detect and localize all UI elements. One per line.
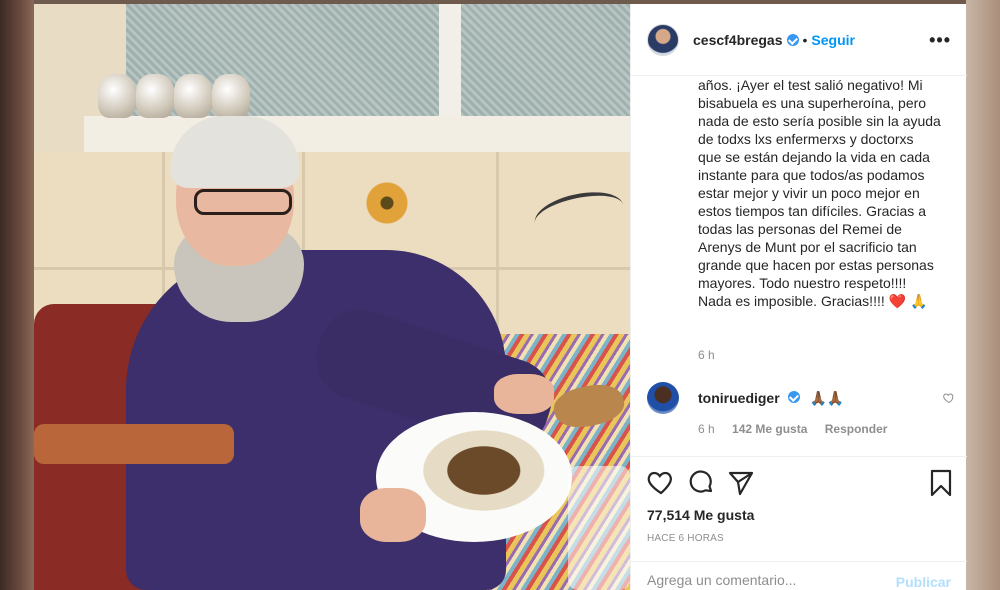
photo-hand-with-fork <box>360 488 426 542</box>
photo-jar <box>212 74 250 118</box>
share-paper-plane-icon[interactable] <box>727 469 755 497</box>
comment-text: 🙏🏾🙏🏾 <box>809 390 845 406</box>
commenter-username[interactable]: toniruediger <box>698 390 780 406</box>
comments-scroll-area[interactable]: Ha superado el coronavirus con 95 años. … <box>631 76 967 454</box>
comment-bubble-icon[interactable] <box>687 469 715 497</box>
photo-window-frame <box>439 4 461 134</box>
photo-flower-tile <box>364 180 410 226</box>
more-options-icon[interactable]: ••• <box>929 30 951 51</box>
photo-hand-with-bread <box>494 374 554 414</box>
photo-jar <box>98 74 136 118</box>
post-photo[interactable] <box>34 4 630 590</box>
like-heart-icon[interactable] <box>647 469 675 497</box>
background-edge-right <box>966 0 1000 590</box>
commenter-avatar[interactable] <box>647 382 679 414</box>
author-avatar[interactable] <box>647 23 679 56</box>
photo-jar <box>174 74 212 118</box>
caption-container: Ha superado el coronavirus con 95 años. … <box>698 76 948 310</box>
like-count[interactable]: 77,514 Me gusta <box>647 507 754 523</box>
post-caption: Ha superado el coronavirus con 95 años. … <box>698 77 941 309</box>
author-username[interactable]: cescf4bregas <box>693 32 783 48</box>
save-bookmark-icon[interactable] <box>927 469 955 497</box>
publish-button[interactable]: Publicar <box>896 574 951 590</box>
post-panel: cescf4bregas • Seguir ••• Ha superado el… <box>630 4 967 590</box>
photo-windowsill <box>84 116 630 152</box>
post-header: cescf4bregas • Seguir ••• <box>631 4 967 76</box>
separator-dot: • <box>802 31 808 48</box>
post-actions: 77,514 Me gusta HACE 6 HORAS Publicar <box>631 456 967 590</box>
add-comment-bar: Publicar <box>631 561 967 590</box>
verified-badge-icon <box>786 33 799 46</box>
photo-jar <box>136 74 174 118</box>
reply-button[interactable]: Responder <box>825 422 888 436</box>
post-time-ago[interactable]: HACE 6 HORAS <box>647 533 724 544</box>
action-icon-row <box>647 469 953 497</box>
comment-like-count[interactable]: 142 Me gusta <box>732 422 807 436</box>
add-comment-input[interactable] <box>647 572 887 588</box>
comment-meta: 6 h 142 Me gusta Responder <box>698 422 901 436</box>
comment-like-heart-icon[interactable] <box>943 392 955 404</box>
verified-badge-icon <box>787 391 800 403</box>
caption-timestamp[interactable]: 6 h <box>698 348 715 362</box>
background-edge-left <box>0 0 34 590</box>
photo-glasses <box>194 189 292 215</box>
photo-chair-armrest <box>34 424 234 464</box>
comment-timestamp[interactable]: 6 h <box>698 422 715 436</box>
photo-water-glass <box>568 466 630 590</box>
follow-button[interactable]: Seguir <box>811 32 855 48</box>
comment-line: toniruediger 🙏🏾🙏🏾 <box>698 390 844 407</box>
